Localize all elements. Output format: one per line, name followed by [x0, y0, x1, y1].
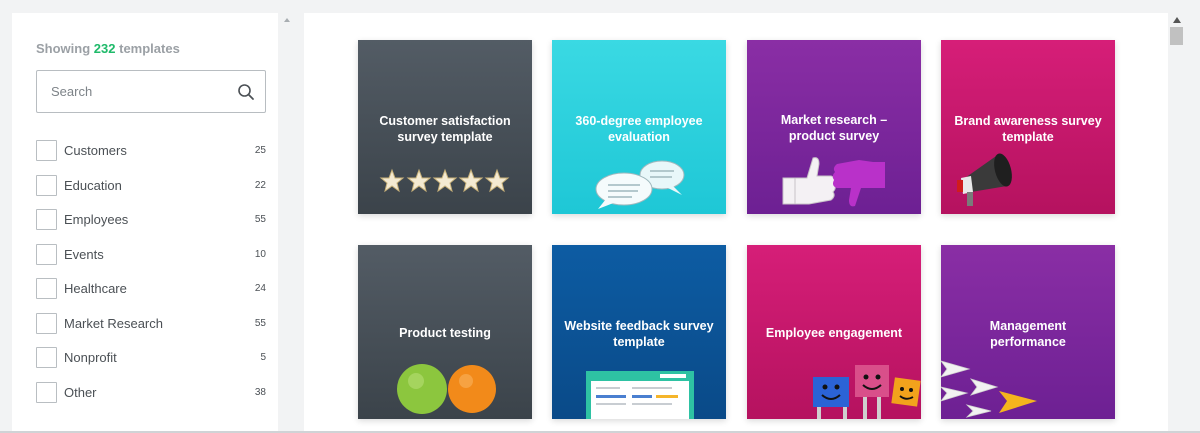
filter-label: Customers: [64, 142, 127, 158]
fruit-icon: [397, 364, 496, 414]
template-title: Product testing: [399, 326, 491, 340]
template-card-market-research[interactable]: Market research – product survey: [747, 40, 921, 214]
filter-count: 5: [260, 351, 266, 363]
filter-employees[interactable]: Employees 55: [36, 208, 266, 230]
search-icon[interactable]: [237, 83, 255, 101]
template-card-customer-satisfaction[interactable]: Customer satisfaction survey template: [358, 40, 532, 214]
checkbox[interactable]: [36, 277, 57, 299]
filter-count: 25: [254, 144, 266, 156]
template-title: 360-degree employee evaluation: [575, 114, 703, 144]
template-title: Market research – product survey: [780, 113, 888, 143]
filter-label: Education: [64, 177, 122, 193]
speech-bubbles-icon: [595, 160, 685, 209]
browser-icon: [586, 371, 694, 419]
thumbs-icon: [782, 157, 885, 207]
checkbox[interactable]: [36, 381, 57, 403]
filter-count: 22: [254, 179, 266, 191]
scroll-up-arrow-icon[interactable]: [1173, 17, 1181, 23]
filter-label: Healthcare: [64, 280, 127, 296]
scrollbar-thumb[interactable]: [1170, 27, 1183, 45]
filter-label: Market Research: [64, 315, 163, 331]
search-input[interactable]: [37, 71, 227, 112]
template-card-360-evaluation[interactable]: 360-degree employee evaluation: [552, 40, 726, 214]
stars-icon: [379, 168, 510, 193]
filter-education[interactable]: Education 22: [36, 174, 266, 196]
filter-count: 24: [254, 282, 266, 294]
checkbox[interactable]: [36, 139, 57, 161]
template-card-product-testing[interactable]: Product testing: [358, 245, 532, 419]
template-title: Website feedback survey template: [564, 319, 714, 349]
template-card-management-performance[interactable]: Management performance: [941, 245, 1115, 419]
template-title: Management performance: [989, 319, 1067, 349]
filter-nonprofit[interactable]: Nonprofit 5: [36, 346, 266, 368]
template-grid: Customer satisfaction survey template 36…: [304, 13, 1168, 433]
filter-other[interactable]: Other 38: [36, 381, 266, 403]
checkbox[interactable]: [36, 208, 57, 230]
filter-count: 55: [254, 317, 266, 329]
filter-count: 38: [254, 386, 266, 398]
filter-count: 10: [254, 248, 266, 260]
filter-market-research[interactable]: Market Research 55: [36, 312, 266, 334]
checkbox[interactable]: [36, 174, 57, 196]
filter-label: Other: [64, 384, 97, 400]
template-card-brand-awareness[interactable]: Brand awareness survey template: [941, 40, 1115, 214]
template-card-website-feedback[interactable]: Website feedback survey template: [552, 245, 726, 419]
template-title: Employee engagement: [765, 326, 903, 340]
template-title: Customer satisfaction survey template: [379, 114, 511, 144]
vertical-scrollbar[interactable]: [1168, 13, 1186, 433]
filter-label: Nonprofit: [64, 349, 117, 365]
filter-count: 55: [254, 213, 266, 225]
showing-suffix: templates: [119, 41, 180, 56]
filter-events[interactable]: Events 10: [36, 243, 266, 265]
template-count: 232: [93, 41, 116, 56]
filter-label: Events: [64, 246, 104, 262]
megaphone-icon: [957, 153, 1012, 206]
template-card-employee-engagement[interactable]: Employee engagement: [747, 245, 921, 419]
template-title: Brand awareness survey template: [954, 114, 1102, 144]
checkbox[interactable]: [36, 312, 57, 334]
filter-healthcare[interactable]: Healthcare 24: [36, 277, 266, 299]
paper-planes-icon: [941, 360, 1037, 418]
showing-prefix: Showing: [36, 41, 91, 56]
scroll-up-arrow-icon[interactable]: [282, 15, 292, 25]
filter-sidebar: Showing 232 templates Customers 25 Educa…: [12, 13, 278, 433]
filter-label: Employees: [64, 211, 129, 227]
checkbox[interactable]: [36, 243, 57, 265]
filter-customers[interactable]: Customers 25: [36, 139, 266, 161]
happy-faces-icon: [813, 365, 921, 419]
results-count: Showing 232 templates: [36, 41, 180, 56]
checkbox[interactable]: [36, 346, 57, 368]
search-box: [36, 70, 266, 113]
